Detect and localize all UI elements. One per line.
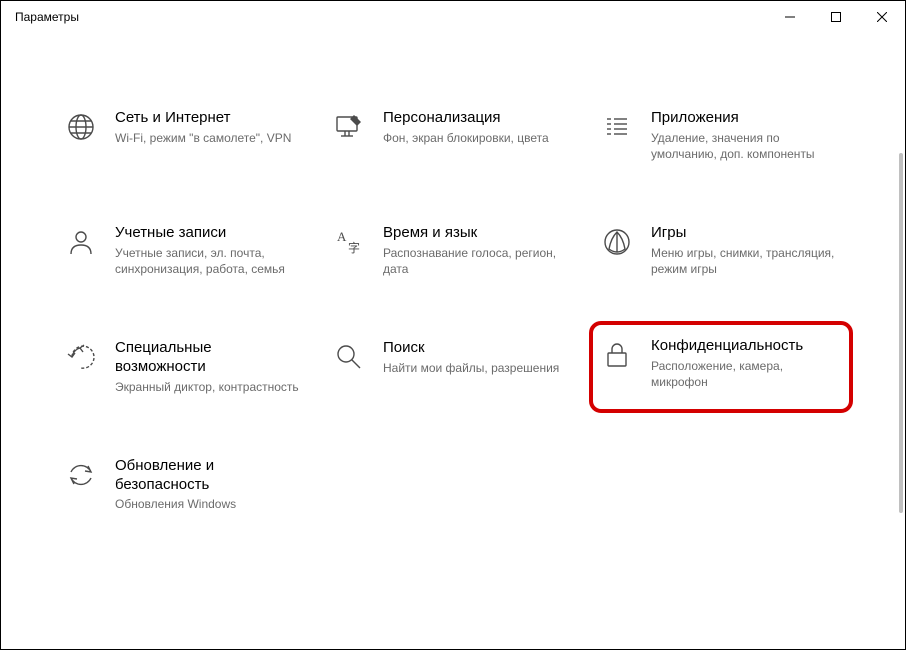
time-language-icon: A字 — [333, 226, 365, 258]
tile-text: Игры Меню игры, снимки, трансляция, режи… — [651, 224, 841, 277]
apps-icon — [601, 111, 633, 143]
tile-title: Приложения — [651, 109, 841, 128]
tile-title: Обновление и безопасность — [115, 457, 305, 495]
tile-search[interactable]: Поиск Найти мои файлы, разрешения — [329, 333, 577, 401]
update-icon — [65, 459, 97, 491]
tile-title: Время и язык — [383, 224, 573, 243]
tile-desc: Экранный диктор, контрастность — [115, 379, 305, 395]
tile-title: Игры — [651, 224, 841, 243]
tile-personalization[interactable]: Персонализация Фон, экран блокировки, цв… — [329, 103, 577, 168]
tile-desc: Учетные записи, эл. почта, синхронизация… — [115, 245, 305, 277]
tile-desc: Распознавание голоса, регион, дата — [383, 245, 573, 277]
tile-text: Персонализация Фон, экран блокировки, цв… — [383, 109, 573, 146]
tile-text: Поиск Найти мои файлы, разрешения — [383, 339, 573, 376]
search-icon — [333, 341, 365, 373]
tile-text: Время и язык Распознавание голоса, регио… — [383, 224, 573, 277]
tile-title: Сеть и Интернет — [115, 109, 305, 128]
tile-gaming[interactable]: Игры Меню игры, снимки, трансляция, режи… — [597, 218, 845, 283]
tile-desc: Обновления Windows — [115, 496, 305, 512]
titlebar-controls — [767, 1, 905, 33]
tile-desc: Wi-Fi, режим "в самолете", VPN — [115, 130, 305, 146]
tile-apps[interactable]: Приложения Удаление, значения по умолчан… — [597, 103, 845, 168]
tile-desc: Удаление, значения по умолчанию, доп. ко… — [651, 130, 841, 162]
accounts-icon — [65, 226, 97, 258]
scrollbar[interactable] — [899, 153, 903, 513]
tile-accounts[interactable]: Учетные записи Учетные записи, эл. почта… — [61, 218, 309, 283]
tile-title: Учетные записи — [115, 224, 305, 243]
svg-text:字: 字 — [348, 240, 360, 255]
tile-text: Специальные возможности Экранный диктор,… — [115, 339, 305, 395]
maximize-icon — [831, 12, 841, 22]
close-button[interactable] — [859, 1, 905, 33]
tile-desc: Фон, экран блокировки, цвета — [383, 130, 573, 146]
titlebar: Параметры — [1, 1, 905, 33]
gaming-icon — [601, 226, 633, 258]
tile-desc: Расположение, камера, микрофон — [651, 358, 841, 390]
svg-text:A: A — [337, 229, 347, 244]
tile-update[interactable]: Обновление и безопасность Обновления Win… — [61, 451, 309, 519]
tile-accessibility[interactable]: Специальные возможности Экранный диктор,… — [61, 333, 309, 401]
content-area: Сеть и Интернет Wi-Fi, режим "в самолете… — [1, 33, 905, 649]
accessibility-icon — [65, 341, 97, 373]
tile-desc: Найти мои файлы, разрешения — [383, 360, 573, 376]
tile-network[interactable]: Сеть и Интернет Wi-Fi, режим "в самолете… — [61, 103, 309, 168]
settings-grid: Сеть и Интернет Wi-Fi, режим "в самолете… — [61, 103, 845, 519]
tile-text: Сеть и Интернет Wi-Fi, режим "в самолете… — [115, 109, 305, 146]
tile-text: Конфиденциальность Расположение, камера,… — [651, 337, 841, 390]
window-title: Параметры — [15, 10, 79, 24]
tile-text: Учетные записи Учетные записи, эл. почта… — [115, 224, 305, 277]
close-icon — [877, 12, 887, 22]
globe-icon — [65, 111, 97, 143]
tile-text: Обновление и безопасность Обновления Win… — [115, 457, 305, 513]
tile-title: Поиск — [383, 339, 573, 358]
tile-text: Приложения Удаление, значения по умолчан… — [651, 109, 841, 162]
personalization-icon — [333, 111, 365, 143]
tile-title: Специальные возможности — [115, 339, 305, 377]
tile-title: Конфиденциальность — [651, 337, 841, 356]
tile-time-language[interactable]: A字 Время и язык Распознавание голоса, ре… — [329, 218, 577, 283]
privacy-icon — [601, 339, 633, 371]
maximize-button[interactable] — [813, 1, 859, 33]
tile-title: Персонализация — [383, 109, 573, 128]
minimize-icon — [785, 12, 795, 22]
tile-privacy[interactable]: Конфиденциальность Расположение, камера,… — [589, 321, 853, 413]
tile-desc: Меню игры, снимки, трансляция, режим игр… — [651, 245, 841, 277]
settings-window: Параметры Сеть и Интернет Wi-Fi, режим "… — [1, 1, 905, 649]
minimize-button[interactable] — [767, 1, 813, 33]
